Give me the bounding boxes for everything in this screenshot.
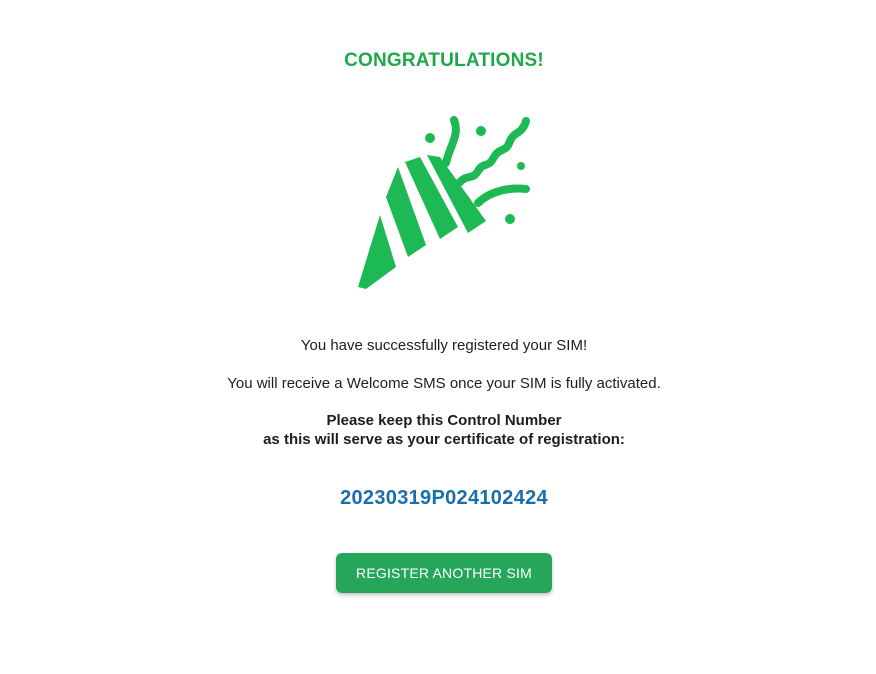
- page-title: CONGRATULATIONS!: [344, 50, 544, 71]
- control-number: 20230319P024102424: [340, 487, 548, 509]
- success-message: You have successfully registered your SI…: [300, 337, 588, 354]
- party-popper-icon: [350, 105, 540, 295]
- registration-success-page: CONGRATULATIONS! You have successfully r…: [0, 0, 876, 674]
- register-another-sim-button[interactable]: REGISTER ANOTHER SIM: [336, 553, 552, 593]
- welcome-sms-message: You will receive a Welcome SMS once your…: [227, 375, 661, 392]
- keep-control-message-line2: as this will serve as your certificate o…: [263, 431, 625, 448]
- keep-control-message-line1: Please keep this Control Number: [326, 412, 562, 429]
